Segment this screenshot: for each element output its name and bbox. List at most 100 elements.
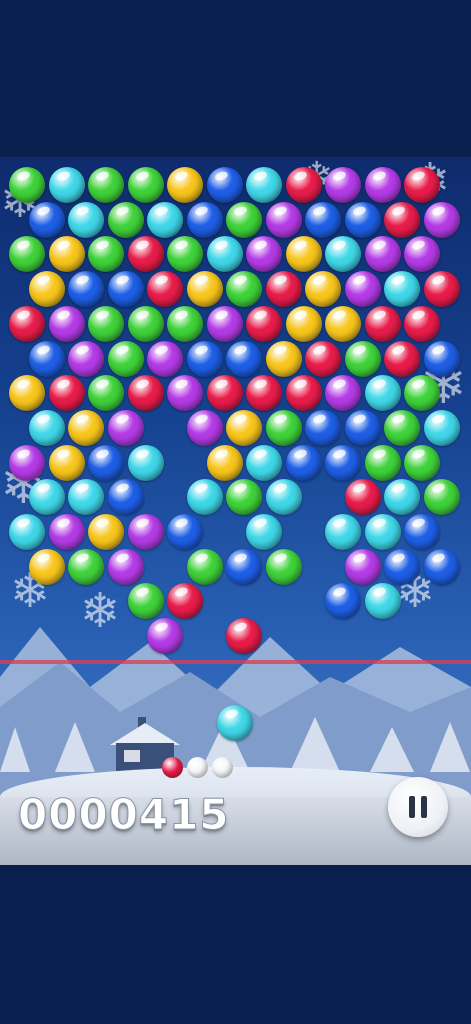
bubble-blue	[344, 201, 381, 238]
bubble-purple	[364, 167, 401, 203]
bubble-red	[127, 236, 164, 273]
bubble-blue	[88, 444, 124, 481]
bubble-purple	[344, 548, 381, 585]
bubble-cyan	[265, 479, 302, 516]
bubble-yellow	[48, 444, 85, 481]
bubble-cyan	[68, 201, 105, 238]
bubble-green	[167, 236, 203, 273]
bubble-purple	[246, 236, 282, 273]
bubble-blue	[68, 271, 105, 308]
bubble-green	[344, 340, 381, 377]
bubble-yellow	[167, 167, 203, 203]
bubble-purple	[206, 305, 243, 342]
bubble-green	[404, 444, 440, 481]
bubble-purple	[147, 618, 184, 655]
bubble-cyan	[384, 479, 421, 516]
bubble-purple	[107, 409, 144, 446]
bubble-blue	[305, 201, 342, 238]
bubble-red	[305, 340, 342, 377]
bubble-yellow	[226, 409, 263, 446]
bubble-blue	[384, 548, 421, 585]
score-display: 0000415	[18, 790, 230, 840]
bubble-yellow	[28, 548, 65, 585]
bubble-purple	[147, 340, 184, 377]
bubble-yellow	[186, 271, 223, 308]
bubble-blue	[325, 583, 361, 620]
bubble-green	[423, 479, 460, 516]
bubble-green	[364, 444, 401, 481]
bubble-blue	[285, 444, 322, 481]
bubble-green	[88, 236, 124, 273]
bubble-blue	[404, 514, 440, 550]
bubble-red	[285, 167, 322, 203]
bubble-yellow	[285, 305, 322, 342]
bubble-blue	[226, 340, 263, 377]
game-screen: ❄ ❄ ❄ ❄ ❄ ❄ ❄ ❄	[0, 0, 471, 1024]
next-bubble-white	[187, 757, 208, 778]
bubble-blue	[107, 479, 144, 516]
bubble-green	[88, 305, 124, 342]
bubble-purple	[107, 548, 144, 585]
bubble-yellow	[285, 236, 322, 273]
bubble-green	[186, 548, 223, 585]
next-bubble-white	[212, 757, 233, 778]
bubble-purple	[127, 514, 164, 550]
bubble-green	[167, 305, 203, 342]
bubble-cyan	[325, 236, 361, 273]
bubble-green	[107, 340, 144, 377]
bubble-purple	[186, 409, 223, 446]
bubble-red	[246, 375, 282, 412]
bubble-red	[384, 201, 421, 238]
bubble-blue	[325, 444, 361, 481]
bubble-blue	[305, 409, 342, 446]
bubble-purple	[423, 201, 460, 238]
bubble-purple	[167, 375, 203, 412]
bubble-green	[127, 305, 164, 342]
bubble-red	[246, 305, 282, 342]
bubble-cyan	[9, 514, 45, 550]
bubble-green	[384, 409, 421, 446]
bubble-blue	[226, 548, 263, 585]
bubble-cyan	[246, 444, 282, 481]
bubble-cyan	[48, 167, 85, 203]
bubble-purple	[68, 340, 105, 377]
game-board-area[interactable]: ❄ ❄ ❄ ❄ ❄ ❄ ❄ ❄	[0, 157, 471, 865]
bubble-cyan	[28, 479, 65, 516]
bubble-green	[68, 548, 105, 585]
bubble-green	[88, 167, 124, 203]
bubble-purple	[325, 167, 361, 203]
bubble-purple	[404, 236, 440, 273]
bubble-red	[404, 305, 440, 342]
bubble-purple	[325, 375, 361, 412]
bubble-yellow	[305, 271, 342, 308]
bubble-red	[9, 305, 45, 342]
next-bubble-red	[162, 757, 183, 778]
bubble-blue	[423, 548, 460, 585]
bubble-green	[127, 167, 164, 203]
bubble-cyan	[28, 409, 65, 446]
bubble-cyan	[127, 444, 164, 481]
bubble-cyan	[147, 201, 184, 238]
bubble-red	[48, 375, 85, 412]
bubble-green	[9, 236, 45, 273]
bubble-cyan	[325, 514, 361, 550]
bubble-green	[226, 201, 263, 238]
bubble-blue	[167, 514, 203, 550]
bubble-yellow	[88, 514, 124, 550]
bubble-red	[404, 167, 440, 203]
bubble-blue	[423, 340, 460, 377]
bubble-grid	[0, 157, 471, 677]
bubble-purple	[48, 514, 85, 550]
bubble-cyan	[246, 167, 282, 203]
bubble-yellow	[48, 236, 85, 273]
bubble-cyan	[364, 375, 401, 412]
bubble-blue	[206, 167, 243, 203]
bubble-purple	[48, 305, 85, 342]
shooter-bubble[interactable]	[217, 705, 253, 741]
pause-button[interactable]	[388, 777, 448, 837]
bubble-cyan	[246, 514, 282, 550]
bubble-green	[226, 271, 263, 308]
bubble-red	[344, 479, 381, 516]
bubble-green	[226, 479, 263, 516]
bubble-yellow	[68, 409, 105, 446]
